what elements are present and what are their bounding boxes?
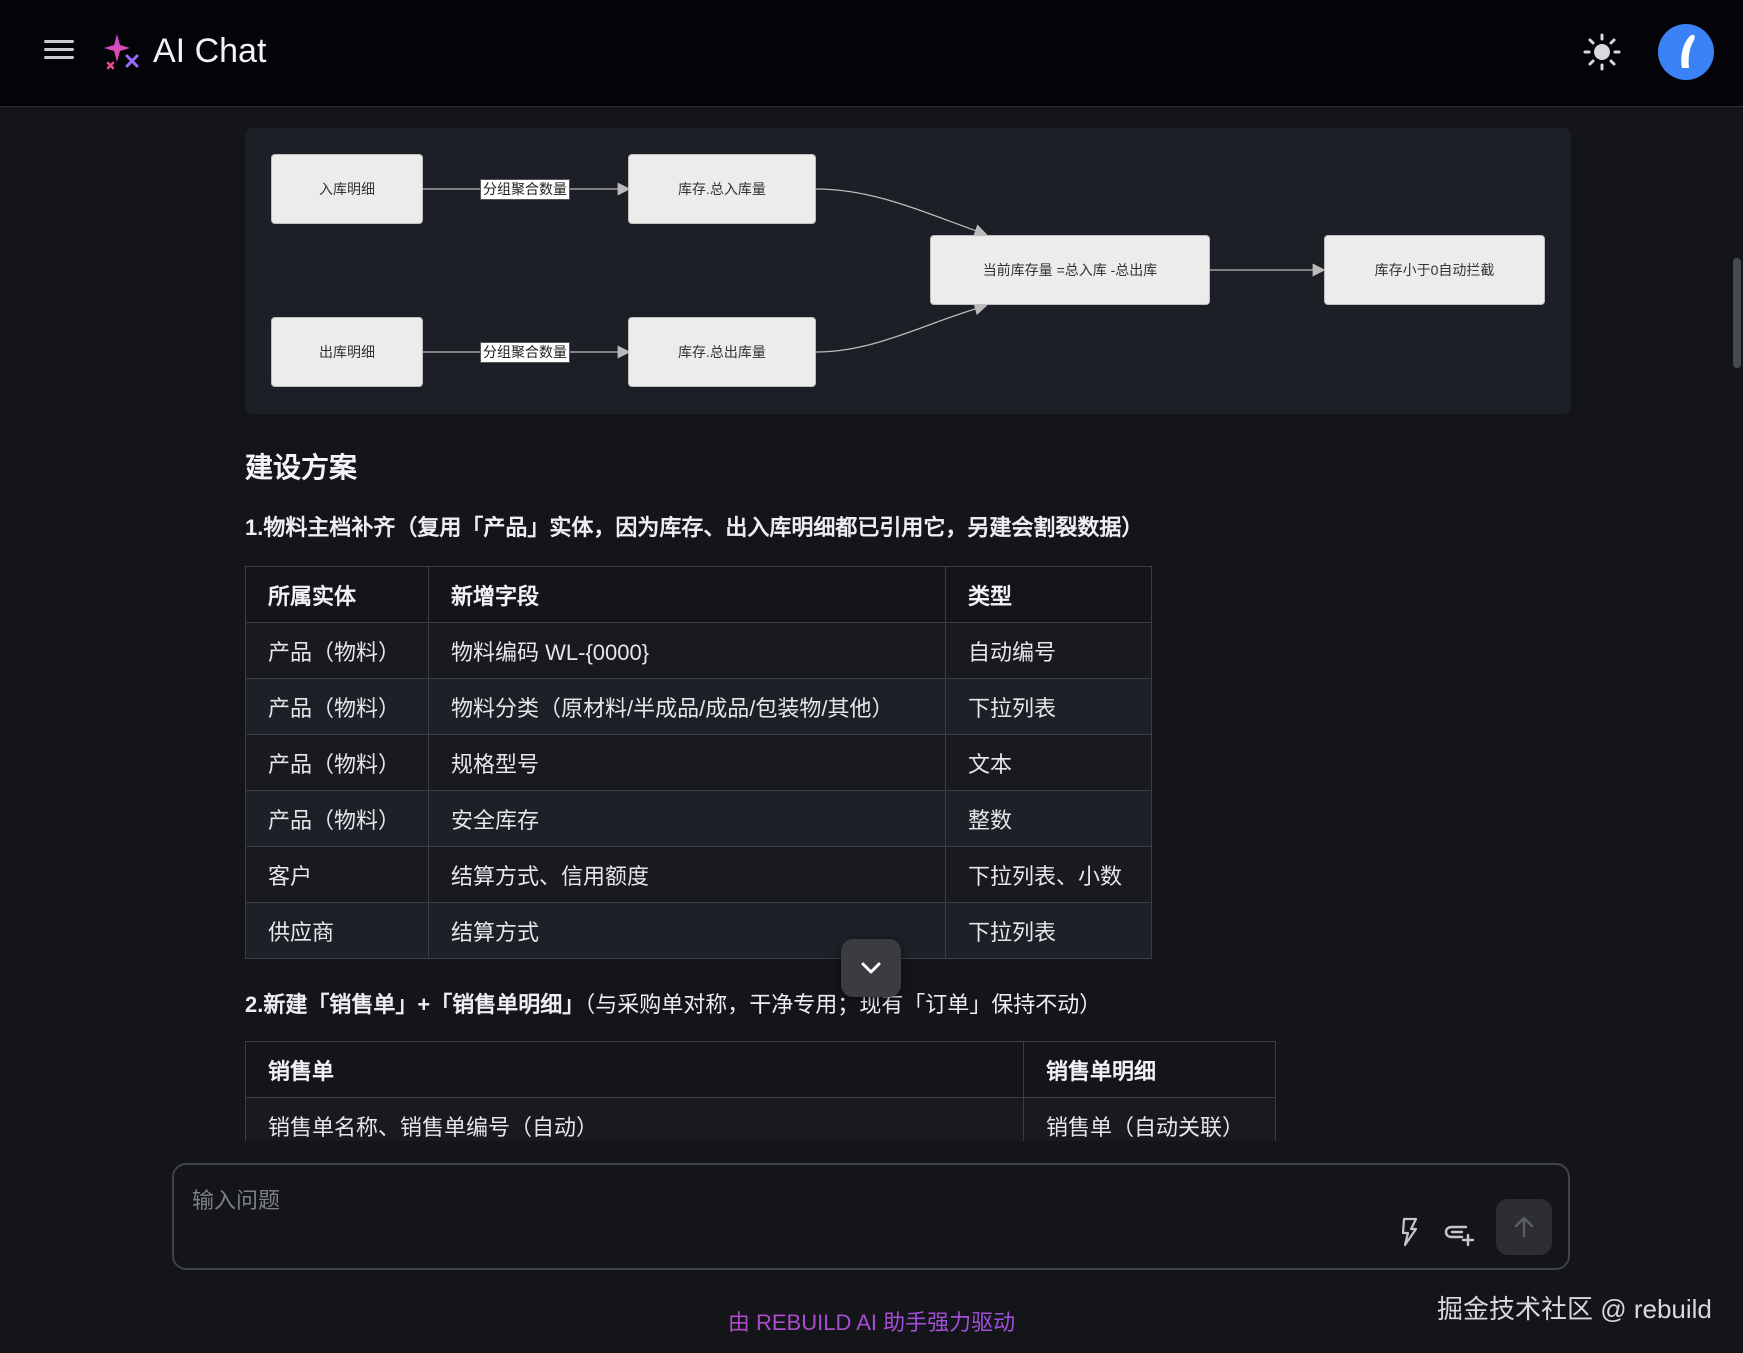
table-header-row: 所属实体 新增字段 类型: [245, 566, 1152, 623]
table-row: 产品（物料） 安全库存 整数: [245, 790, 1152, 847]
table-header-cell: 销售单: [245, 1041, 1024, 1098]
avatar-mark-icon: [1681, 34, 1695, 68]
table-header-cell: 新增字段: [428, 566, 946, 623]
table-cell: 结算方式、信用额度: [428, 846, 946, 903]
table-row: 产品（物料） 物料分类（原材料/半成品/成品/包装物/其他） 下拉列表: [245, 678, 1152, 735]
table-header-cell: 销售单明细: [1023, 1041, 1276, 1098]
subsection-2-title: 2.新建「销售单」+「销售单明细」（与采购单对称，干净专用；现有「订单」保持不动…: [245, 987, 1101, 1019]
subsection-1-title: 1.物料主档补齐（复用「产品」实体，因为库存、出入库明细都已引用它，另建会割裂数…: [245, 515, 1144, 540]
sparkle-logo-icon: [104, 34, 139, 70]
table-header-cell: 类型: [945, 566, 1152, 623]
user-avatar[interactable]: [1658, 24, 1714, 80]
app-title: AI Chat: [153, 32, 267, 70]
send-arrow-icon: [1514, 1216, 1534, 1238]
edge-label-group-sum-in: 分组聚合数量: [480, 179, 570, 200]
table-row: 客户 结算方式、信用额度 下拉列表、小数: [245, 846, 1152, 903]
node-stock-block: 库存小于0自动拦截: [1324, 235, 1545, 305]
chevron-down-icon: [861, 962, 881, 974]
table-cell: 文本: [945, 734, 1152, 791]
table-header-cell: 所属实体: [245, 566, 429, 623]
node-total-inbound: 库存.总入库量: [628, 154, 816, 224]
table-cell: 下拉列表、小数: [945, 846, 1152, 903]
table-cell: 销售单名称、销售单编号（自动）: [245, 1097, 1024, 1141]
table-cell: 物料分类（原材料/半成品/成品/包装物/其他）: [428, 678, 946, 735]
attach-icon[interactable]: [1442, 1215, 1476, 1249]
chat-input-box: [172, 1163, 1570, 1270]
flow-diagram: 入库明细 出库明细 库存.总入库量 库存.总出库量 当前库存量 =总入库 -总出…: [245, 128, 1571, 414]
section-title: 建设方案: [245, 452, 358, 483]
table-cell: 销售单（自动关联）: [1023, 1097, 1276, 1141]
scroll-to-bottom-button[interactable]: [841, 939, 901, 997]
edge-total-in-to-current: [815, 188, 988, 237]
field-table: 所属实体 新增字段 类型 产品（物料） 物料编码 WL-{0000} 自动编号 …: [245, 566, 1152, 959]
table-cell: 产品（物料）: [245, 678, 429, 735]
node-inbound-detail: 入库明细: [271, 154, 423, 224]
table-cell: 产品（物料）: [245, 734, 429, 791]
watermark-text: 掘金技术社区 @ rebuild: [1437, 1294, 1712, 1324]
table-row: 供应商 结算方式 下拉列表: [245, 902, 1152, 959]
hamburger-menu-icon[interactable]: [44, 40, 74, 64]
table-cell: 产品（物料）: [245, 790, 429, 847]
table-cell: 安全库存: [428, 790, 946, 847]
app-header: AI Chat: [0, 0, 1743, 107]
table-cell: 整数: [945, 790, 1152, 847]
lightning-icon[interactable]: [1392, 1215, 1426, 1249]
table-row: 产品（物料） 规格型号 文本: [245, 734, 1152, 791]
scrollbar-thumb[interactable]: [1733, 258, 1741, 368]
node-total-outbound: 库存.总出库量: [628, 317, 816, 387]
node-outbound-detail: 出库明细: [271, 317, 423, 387]
subsection-2-note: （与采购单对称，干净专用；现有「订单」保持不动）: [584, 992, 1102, 1017]
table-row: 销售单名称、销售单编号（自动） 销售单（自动关联）: [245, 1097, 1276, 1141]
send-button[interactable]: [1496, 1199, 1552, 1255]
table-cell: 客户: [245, 846, 429, 903]
vertical-scrollbar[interactable]: [1731, 108, 1743, 1138]
table-cell: 自动编号: [945, 622, 1152, 679]
table-cell: 规格型号: [428, 734, 946, 791]
table-cell: 物料编码 WL-{0000}: [428, 622, 946, 679]
table-cell: 下拉列表: [945, 902, 1152, 959]
question-input[interactable]: [192, 1183, 1342, 1223]
table-cell: 下拉列表: [945, 678, 1152, 735]
node-current-stock: 当前库存量 =总入库 -总出库: [930, 235, 1210, 305]
table-row: 产品（物料） 物料编码 WL-{0000} 自动编号: [245, 622, 1152, 679]
table-cell: 供应商: [245, 902, 429, 959]
table-header-row: 销售单 销售单明细: [245, 1041, 1276, 1098]
table-cell: 产品（物料）: [245, 622, 429, 679]
edge-label-group-sum-out: 分组聚合数量: [480, 342, 570, 363]
subsection-2-bold: 2.新建「销售单」+「销售单明细」: [245, 992, 585, 1017]
sales-table: 销售单 销售单明细 销售单名称、销售单编号（自动） 销售单（自动关联）: [245, 1041, 1276, 1141]
edge-total-out-to-current: [815, 302, 988, 353]
sun-icon[interactable]: [1583, 33, 1621, 71]
